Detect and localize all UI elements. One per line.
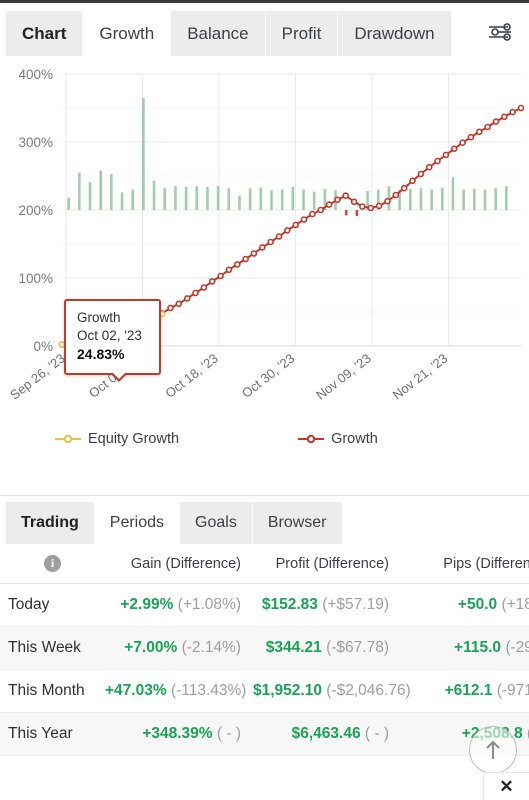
row-gain-cell: +348.39% ( - ) xyxy=(105,725,253,743)
gain-difference: (+1.08%) xyxy=(177,596,241,613)
tab-drawdown[interactable]: Drawdown xyxy=(338,11,451,56)
profit-difference: (-$2,046.76) xyxy=(326,682,411,699)
row-period-label: This Week xyxy=(8,639,81,656)
arrow-up-icon xyxy=(486,740,500,759)
tooltip-value: 24.83% xyxy=(77,346,125,362)
tab-browser[interactable]: Browser xyxy=(252,502,342,544)
row-profit-cell: $152.83 (+$57.19) xyxy=(253,596,401,614)
info-icon[interactable]: i xyxy=(44,555,61,572)
profit-value: $344.21 xyxy=(265,639,322,656)
row-gain-cell: +7.00% (-2.14%) xyxy=(105,639,253,657)
gain-difference: (-2.14%) xyxy=(181,639,241,656)
gain-value: +2.99% xyxy=(120,596,174,613)
row-period-label: This Month xyxy=(8,682,85,699)
profit-difference: ( - ) xyxy=(364,725,389,742)
gain-value: +348.39% xyxy=(142,725,213,742)
table-row[interactable]: This Year +348.39% ( - ) $6,463.46 ( - )… xyxy=(0,713,529,756)
svg-text:300%: 300% xyxy=(18,135,53,150)
row-profit-cell: $1,952.10 (-$2,046.76) xyxy=(253,682,411,700)
legend-marker-growth-icon xyxy=(298,434,325,444)
svg-text:Oct 18, '23: Oct 18, '23 xyxy=(162,351,220,401)
sliders-icon[interactable] xyxy=(483,17,517,47)
row-pips-cell: +612.1 (-971.9) xyxy=(401,682,529,700)
row-pips-cell: +115.0 (-29.1) xyxy=(401,639,529,657)
pips-value: +115.0 xyxy=(454,639,502,656)
svg-text:Nov 09, '23: Nov 09, '23 xyxy=(313,351,374,403)
tooltip-date: Oct 02, '23 xyxy=(77,328,142,343)
profit-difference: (-$67.78) xyxy=(326,639,389,656)
svg-text:Sep 26, '23: Sep 26, '23 xyxy=(7,351,68,403)
legend-label-equity-growth: Equity Growth xyxy=(88,431,180,447)
pips-value: +612.1 xyxy=(444,682,493,699)
legend-label-growth: Growth xyxy=(331,431,378,447)
chart-legend: Equity Growth Growth xyxy=(0,431,529,447)
chart-tooltip: Growth Oct 02, '23 24.83% xyxy=(64,299,161,382)
legend-marker-equity-icon xyxy=(55,434,81,444)
pips-difference: (-971.9) xyxy=(496,682,529,699)
legend-item-equity-growth[interactable]: Equity Growth xyxy=(55,431,179,447)
periods-table: i Gain (Difference) Profit (Difference) … xyxy=(0,544,529,756)
scroll-to-top-button[interactable] xyxy=(469,726,517,774)
row-pips-cell: +50.0 (+18.0) xyxy=(401,596,529,614)
row-profit-cell: $6,463.46 ( - ) xyxy=(253,725,401,743)
pips-value: +50.0 xyxy=(457,596,498,613)
tab-goals[interactable]: Goals xyxy=(180,502,252,544)
svg-text:Nov 21, '23: Nov 21, '23 xyxy=(390,351,451,403)
legend-item-growth[interactable]: Growth xyxy=(298,431,378,447)
close-button[interactable]: ✕ xyxy=(483,772,529,800)
tooltip-pointer-inner xyxy=(112,372,126,379)
profit-value: $152.83 xyxy=(261,596,318,613)
svg-text:400%: 400% xyxy=(18,67,53,82)
info-icon-cell[interactable]: i xyxy=(0,555,105,572)
profit-difference: (+$57.19) xyxy=(322,596,389,613)
svg-text:Oct 30, '23: Oct 30, '23 xyxy=(239,351,297,401)
tab-periods[interactable]: Periods xyxy=(94,502,180,544)
profit-value: $1,952.10 xyxy=(253,682,322,699)
chart-canvas: 0%100%200%300%400%Sep 26, '23 Oct 06, '23… xyxy=(7,67,525,403)
row-profit-cell: $344.21 (-$67.78) xyxy=(253,639,401,657)
row-gain-cell: +2.99% (+1.08%) xyxy=(105,596,253,614)
gain-difference: ( - ) xyxy=(216,725,241,742)
svg-text:100%: 100% xyxy=(18,271,53,286)
column-header-gain: Gain (Difference) xyxy=(130,555,241,572)
table-row[interactable]: This Week +7.00% (-2.14%) $344.21 (-$67.… xyxy=(0,627,529,670)
gain-difference: (-113.43%) xyxy=(170,682,247,699)
app-root: Chart Growth Balance Profit Drawdown 0% 1… xyxy=(0,0,529,800)
row-gain-cell: +47.03% (-113.43%) xyxy=(105,682,253,700)
tab-chart[interactable]: Chart xyxy=(6,11,83,56)
stats-tab-bar: Trading Periods Goals Browser xyxy=(0,496,529,544)
gain-value: +7.00% xyxy=(124,639,178,656)
tab-balance[interactable]: Balance xyxy=(171,11,265,56)
growth-chart[interactable]: 0% 100% 200% 300% 400% Sep 26, '23 Oct 06, '23… xyxy=(0,56,529,481)
column-header-profit: Profit (Difference) xyxy=(275,555,389,572)
profit-value: $6,463.46 xyxy=(291,725,361,742)
pips-difference: (+18.0) xyxy=(501,596,529,613)
svg-text:200%: 200% xyxy=(18,203,53,218)
table-row[interactable]: This Month +47.03% (-113.43%) $1,952.10 … xyxy=(0,670,529,713)
gain-value: +47.03% xyxy=(105,682,167,699)
column-header-pips: Pips (Difference) xyxy=(443,555,529,572)
tab-profit[interactable]: Profit xyxy=(265,11,338,56)
table-header-row: i Gain (Difference) Profit (Difference) … xyxy=(0,544,529,584)
tab-growth[interactable]: Growth xyxy=(83,11,171,56)
svg-text:0%: 0% xyxy=(33,339,53,354)
pips-difference: (-29.1) xyxy=(505,639,529,656)
tooltip-series: Growth xyxy=(77,310,121,325)
tab-trading[interactable]: Trading xyxy=(6,502,94,544)
row-period-label: Today xyxy=(8,596,50,613)
row-period-label: This Year xyxy=(8,725,73,742)
table-row[interactable]: Today +2.99% (+1.08%) $152.83 (+$57.19) … xyxy=(0,584,529,627)
chart-tab-bar: Chart Growth Balance Profit Drawdown xyxy=(0,0,529,56)
